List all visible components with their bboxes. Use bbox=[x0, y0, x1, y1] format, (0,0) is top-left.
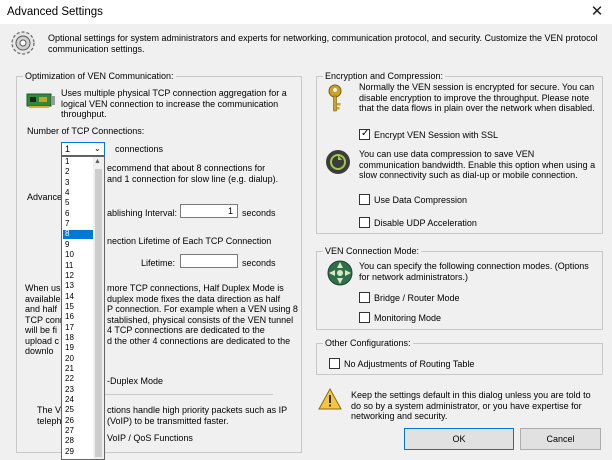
dropdown-option[interactable]: 26 bbox=[63, 416, 94, 426]
dropdown-option[interactable]: 24 bbox=[63, 395, 94, 405]
tcp-connections-unit: connections bbox=[115, 144, 164, 154]
dropdown-option[interactable]: 23 bbox=[63, 385, 94, 395]
dropdown-option[interactable]: 2 bbox=[63, 168, 94, 177]
dropdown-option[interactable]: 14 bbox=[63, 292, 94, 302]
voip-checkbox-label[interactable]: VoIP / QoS Functions bbox=[107, 433, 193, 444]
dropdown-option[interactable]: 16 bbox=[63, 313, 94, 322]
dropdown-option[interactable]: 3 bbox=[63, 178, 94, 188]
scroll-up-icon[interactable]: ▲ bbox=[94, 157, 101, 166]
optimization-group-label: Optimization of VEN Communication: bbox=[23, 71, 176, 82]
interval-unit: seconds bbox=[242, 208, 276, 218]
dropdown-option[interactable]: 9 bbox=[63, 240, 94, 250]
network-hub-icon bbox=[327, 260, 353, 286]
key-icon bbox=[328, 84, 342, 112]
lifetime-label: Lifetime: bbox=[141, 258, 176, 268]
udp-checkbox-label[interactable]: Disable UDP Acceleration bbox=[374, 218, 477, 229]
dropdown-option[interactable]: 8 bbox=[63, 230, 94, 240]
dialog-description: Optional settings for system administrat… bbox=[48, 33, 598, 54]
compression-checkbox[interactable] bbox=[359, 194, 370, 205]
dropdown-option[interactable]: 22 bbox=[63, 375, 94, 384]
dropdown-option[interactable]: 21 bbox=[63, 364, 94, 374]
optimization-intro: Uses multiple physical TCP connection ag… bbox=[61, 88, 287, 119]
network-card-icon bbox=[26, 93, 55, 108]
cancel-button[interactable]: Cancel bbox=[520, 428, 601, 450]
separator bbox=[103, 394, 273, 395]
dropdown-option[interactable]: 19 bbox=[63, 344, 94, 353]
dropdown-option[interactable]: 13 bbox=[63, 281, 94, 291]
connection-mode-text: You can specify the following connection… bbox=[359, 261, 589, 282]
dropdown-option[interactable]: 28 bbox=[63, 437, 94, 446]
warning-icon bbox=[318, 388, 342, 410]
lifetime-input[interactable] bbox=[180, 254, 238, 268]
half-duplex-text-right: more TCP connections, Half Duplex Mode i… bbox=[107, 283, 298, 346]
close-button[interactable]: ✕ bbox=[585, 2, 609, 22]
dropdown-option[interactable]: 15 bbox=[63, 302, 94, 312]
encryption-group-label: Encryption and Compression: bbox=[323, 71, 446, 82]
tcp-connections-dropdown[interactable]: 1 2 3 4 5 6 7 8 9 10 11 12 13 14 15 16 17 18 19 20 21 22 23 24 2… bbox=[61, 156, 105, 460]
tcp-recommendation-text: ecommend that about 8 connections for an… bbox=[107, 163, 279, 184]
dropdown-option[interactable]: 11 bbox=[63, 261, 94, 271]
interval-label: ablishing Interval: bbox=[107, 208, 178, 218]
bridge-mode-label[interactable]: Bridge / Router Mode bbox=[374, 293, 460, 304]
chevron-down-icon: ⌄ bbox=[94, 144, 101, 153]
tcp-connections-label: Number of TCP Connections: bbox=[27, 126, 145, 136]
ok-button[interactable]: OK bbox=[404, 428, 514, 450]
half-duplex-text-left: When us available and half TCP conn will… bbox=[25, 283, 65, 356]
connection-mode-group-label: VEN Connection Mode: bbox=[323, 246, 422, 257]
interval-input[interactable]: 1 bbox=[180, 204, 238, 218]
compression-checkbox-label[interactable]: Use Data Compression bbox=[374, 195, 467, 206]
monitoring-mode-label[interactable]: Monitoring Mode bbox=[374, 313, 441, 324]
dropdown-option[interactable]: 10 bbox=[63, 250, 94, 260]
dropdown-option[interactable]: 5 bbox=[63, 199, 94, 208]
dropdown-option[interactable]: 29 bbox=[63, 447, 94, 457]
lifetime-heading: nection Lifetime of Each TCP Connection bbox=[107, 236, 272, 246]
dropdown-option[interactable]: 4 bbox=[63, 188, 94, 198]
window-title: Advanced Settings bbox=[7, 6, 103, 18]
dropdown-option[interactable]: 17 bbox=[63, 323, 94, 333]
bridge-mode-checkbox[interactable] bbox=[359, 292, 370, 303]
monitoring-mode-checkbox[interactable] bbox=[359, 312, 370, 323]
half-duplex-checkbox-label[interactable]: -Duplex Mode bbox=[107, 376, 163, 387]
tcp-connections-select[interactable]: 1 ⌄ bbox=[61, 142, 105, 156]
other-config-group-label: Other Configurations: bbox=[323, 338, 413, 349]
voip-text-right: ctions handle high priority packets such… bbox=[107, 405, 288, 426]
udp-checkbox[interactable] bbox=[359, 217, 370, 228]
warning-text: Keep the settings default in this dialog… bbox=[351, 390, 591, 421]
compression-text: You can use data compression to save VEN… bbox=[359, 149, 596, 180]
routing-checkbox-label[interactable]: No Adjustments of Routing Table bbox=[344, 359, 474, 370]
encrypt-checkbox[interactable] bbox=[359, 128, 370, 140]
lifetime-unit: seconds bbox=[242, 258, 276, 268]
gear-icon bbox=[11, 31, 35, 55]
dropdown-option[interactable]: 1 bbox=[63, 157, 94, 167]
dropdown-option[interactable]: 7 bbox=[63, 219, 94, 229]
tcp-connections-value: 1 bbox=[65, 144, 71, 154]
dropdown-option[interactable]: 25 bbox=[63, 406, 94, 415]
encryption-text: Normally the VEN session is encrypted fo… bbox=[359, 82, 595, 113]
dropdown-option[interactable]: 20 bbox=[63, 354, 94, 364]
advanced-label: Advance bbox=[27, 192, 63, 202]
routing-checkbox[interactable] bbox=[329, 358, 340, 369]
dropdown-option[interactable]: 12 bbox=[63, 271, 94, 281]
compression-icon bbox=[326, 150, 350, 174]
dropdown-option[interactable]: 6 bbox=[63, 209, 94, 219]
encrypt-checkbox-label[interactable]: Encrypt VEN Session with SSL bbox=[374, 130, 498, 141]
dropdown-scrollbar[interactable]: ▲ bbox=[93, 157, 104, 459]
scrollbar-thumb[interactable] bbox=[95, 169, 102, 457]
dropdown-option[interactable]: 27 bbox=[63, 426, 94, 436]
dropdown-option[interactable]: 18 bbox=[63, 333, 94, 343]
